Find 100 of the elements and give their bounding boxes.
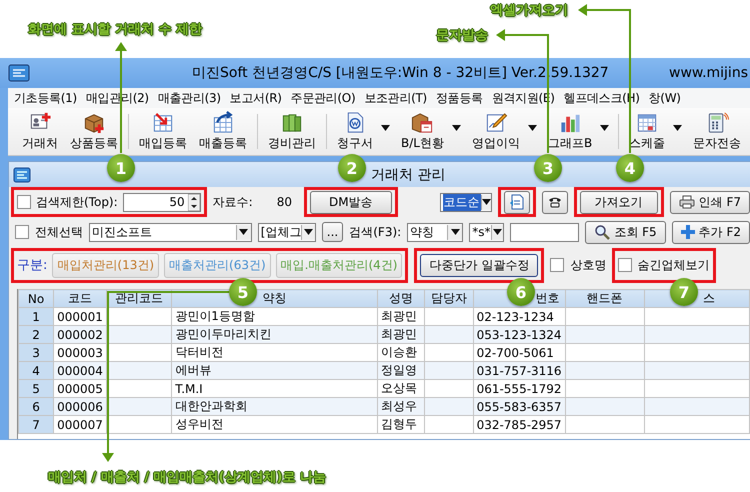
menu-item[interactable]: 매출관리(3) [158,90,221,106]
table-cell: 031-757-3116 [473,362,566,380]
table-cell: 최광민 [378,326,425,344]
toolbar-button[interactable]: B/L현황 [395,111,450,152]
table-cell: 000004 [54,362,106,380]
menu-item[interactable]: 보고서(R) [230,90,282,106]
dropdown-caret-icon[interactable] [673,124,682,130]
printer-icon [678,195,695,209]
row-number: 1 [18,308,54,326]
row-number: 2 [18,326,54,344]
field-label: 자료수: [212,194,253,210]
row-number: 4 [18,362,54,380]
checkbox[interactable] [550,258,564,272]
toolbar-button[interactable]: 경비관리 [262,111,322,152]
table-cell: 성우비전 [172,416,378,434]
match-dropdown[interactable]: *s* [469,222,504,242]
company-dropdown[interactable]: 미진소프트 [89,222,252,242]
toolbar-button[interactable]: 그래프B [542,111,598,152]
checkbox-label: 상호명 [570,256,606,274]
number-field[interactable]: 50 [122,192,201,212]
sort-dropdown[interactable]: 코드순 [440,192,492,212]
search-icon [594,224,610,240]
table-cell: 053-123-1324 [473,326,566,344]
menu-item[interactable]: 창(W) [648,90,681,106]
column-header[interactable]: 코드 [54,290,106,308]
print-button[interactable]: 인쇄 F7 [670,190,750,214]
toolbar-button[interactable]: 매입등록 [133,111,193,152]
table-cell: 광민이두마리치킨 [172,326,378,344]
field-label: 검색(F3): [349,224,402,240]
row-number: 5 [18,380,54,398]
table-cell: 055-583-6357 [473,398,566,416]
column-header[interactable]: 핸드폰 [565,290,644,308]
caret-icon [492,229,502,235]
table-cell: 000007 [54,416,106,434]
website-url: www.mijins [669,65,749,81]
table-cell: 에버뷰 [172,362,378,380]
sms-button[interactable] [504,190,530,214]
toolbar-button[interactable]: 상품등록 [64,111,124,152]
toolbar-button[interactable]: 문자전송 [687,111,748,152]
import-button[interactable]: 가져오기 [580,190,658,214]
dialog-title: 거래처 관리 [371,166,446,184]
window-icon [13,166,31,182]
query-button[interactable]: 조회 F5 [585,220,666,244]
caret-icon [304,229,314,235]
toolbar-button[interactable]: 영업이익 [466,111,526,152]
category-dropdown[interactable]: [업체그 [258,222,316,242]
menu-item[interactable]: 주문관리(O) [290,90,356,106]
annotation-text: 문자발송 [436,27,488,44]
table-cell: 000002 [54,326,106,344]
box-calendar-icon [410,111,434,134]
table-cell: 김형두 [378,416,425,434]
checkbox-label: 전체선택 [35,224,83,240]
phone-icon [548,196,562,208]
more-button[interactable]: ... [322,222,344,242]
table-arrow-icon [211,111,235,134]
spinner-icon[interactable] [188,194,200,210]
row-number: 3 [18,344,54,362]
app-icon [8,64,30,82]
toolbar-button[interactable]: 매출등록 [193,111,253,152]
checkbox[interactable] [618,258,632,272]
row-number: 7 [18,416,54,434]
annotation-text: 매입처 / 매출처 / 매입매출처(상계업체)로 나눔 [48,469,326,486]
table-cell: 032-785-2957 [473,416,566,434]
add-button[interactable]: 추가 F2 [672,220,750,244]
plus-icon [680,225,695,239]
dropdown-caret-icon[interactable] [528,124,537,130]
column-header[interactable]: No [18,290,54,308]
toolbar-button[interactable]: 스케줄 [623,111,672,152]
checkbox[interactable] [15,225,29,239]
toolbar-button[interactable]: 거래처 [16,111,64,152]
annotation-text: 화면에 표시할 거래처 수 제한 [28,21,202,38]
table-arrow-icon [151,111,175,134]
checkbox-label: 숨긴업체보기 [637,256,710,274]
toolbar-button[interactable]: 청구서 [331,111,379,152]
column-header[interactable]: 담당자 [424,290,474,308]
caret-icon [450,229,460,235]
dropdown-caret-icon[interactable] [381,124,390,130]
search-input[interactable] [510,222,580,242]
table-cell: 정일영 [378,362,425,380]
menu-item[interactable]: 보조관리(T) [364,90,427,106]
table-cell: 최성우 [378,398,425,416]
bulk-edit-button[interactable]: 다중단가 일괄수정 [420,254,538,276]
dm-button[interactable]: DM발송 [310,190,392,214]
dropdown-caret-icon[interactable] [452,124,461,130]
record-count: 80 [276,195,292,209]
row-number: 6 [18,398,54,416]
document-arrow-icon [508,194,525,210]
checkbox[interactable] [17,195,31,209]
dropdown-caret-icon[interactable] [600,124,610,130]
column-header[interactable]: 성명 [378,290,425,308]
menu-item[interactable]: 기초등록(1) [14,90,77,106]
caret-icon [482,199,491,205]
checkbox-label: 검색제한(Top): [36,194,118,210]
group-label: 구분: [17,257,48,274]
phone-button[interactable] [542,190,568,214]
caret-icon [239,229,248,235]
annotation-text: 엑셀가져오기 [490,2,568,19]
menu-item[interactable]: 정품등록 [436,90,483,106]
search-field-dropdown[interactable]: 약칭 [407,222,464,242]
table-cell: 000006 [54,398,106,416]
